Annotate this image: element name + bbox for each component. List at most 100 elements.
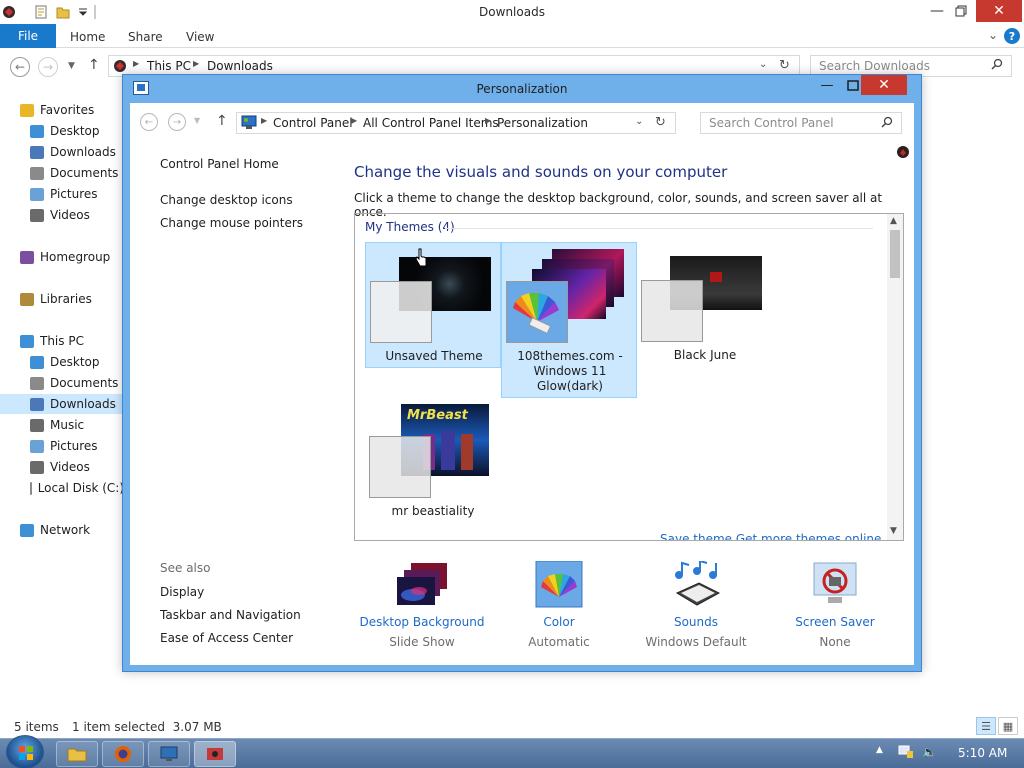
theme-links-partially-visible[interactable]: Save theme Get more themes online bbox=[660, 532, 881, 540]
scrollbar-thumb[interactable] bbox=[890, 230, 900, 278]
details-view-button[interactable]: ☰ bbox=[976, 717, 996, 735]
pz-back-button[interactable]: ← bbox=[140, 113, 158, 131]
breadcrumb-this-pc[interactable]: This PC bbox=[147, 59, 191, 73]
expand-ribbon-chevron-icon[interactable]: ⌄ bbox=[988, 28, 998, 42]
change-mouse-pointers-link[interactable]: Change mouse pointers bbox=[160, 216, 303, 230]
search-icon[interactable] bbox=[991, 58, 1003, 73]
close-button[interactable]: ✕ bbox=[976, 0, 1022, 22]
sidebar-item-videos[interactable]: Videos bbox=[0, 205, 124, 225]
explorer-titlebar: Downloads — ✕ bbox=[0, 0, 1024, 24]
pz-address-dropdown-icon[interactable]: ⌄ bbox=[635, 116, 643, 127]
tab-file[interactable]: File bbox=[0, 24, 56, 48]
forward-button[interactable]: → bbox=[38, 57, 58, 77]
recent-locations-chevron-icon[interactable]: ▼ bbox=[68, 61, 75, 71]
clock[interactable]: 5:10 AM bbox=[958, 746, 1007, 760]
tab-view[interactable]: View bbox=[186, 30, 214, 44]
large-icons-view-button[interactable]: ▦ bbox=[998, 717, 1018, 735]
tab-share[interactable]: Share bbox=[128, 30, 163, 44]
color-label[interactable]: Color bbox=[494, 615, 624, 629]
sidebar-item-music[interactable]: Music bbox=[0, 415, 124, 435]
pz-refresh-icon[interactable]: ↻ bbox=[655, 115, 666, 130]
user-avatar-icon[interactable] bbox=[896, 145, 910, 162]
back-button[interactable]: ← bbox=[10, 57, 30, 77]
theme-name: 108themes.com - Windows 11 Glow(dark) bbox=[517, 349, 623, 393]
sidebar-item-label: Desktop bbox=[50, 355, 100, 369]
pz-recent-chevron-icon[interactable]: ▼ bbox=[194, 116, 200, 125]
screen-saver-label[interactable]: Screen Saver bbox=[770, 615, 900, 629]
sounds-label[interactable]: Sounds bbox=[631, 615, 761, 629]
theme-tile-windows11-glow[interactable]: 108themes.com - Windows 11 Glow(dark) bbox=[501, 242, 637, 398]
desktop-icon bbox=[30, 355, 44, 369]
maximize-button[interactable] bbox=[946, 0, 976, 22]
pz-up-button[interactable]: ↑ bbox=[216, 113, 228, 129]
start-button[interactable] bbox=[6, 735, 44, 768]
control-panel-home-link[interactable]: Control Panel Home bbox=[160, 157, 279, 171]
theme-tile-black-june[interactable]: Black June bbox=[637, 242, 773, 368]
breadcrumb-control-panel[interactable]: Control Panel bbox=[273, 116, 353, 130]
sidebar-item-local-disk-c[interactable]: Local Disk (C:) bbox=[0, 478, 124, 498]
volume-icon[interactable]: 🔈 bbox=[922, 745, 937, 759]
pz-search-icon[interactable] bbox=[881, 116, 893, 131]
theme-color-swatch bbox=[369, 436, 431, 498]
color-fan-icon bbox=[513, 293, 559, 335]
sidebar-item-pictures[interactable]: Pictures bbox=[0, 184, 124, 204]
sidebar-item-downloads[interactable]: Downloads bbox=[0, 142, 124, 162]
item-count: 5 items bbox=[14, 720, 59, 734]
sidebar-item-desktop[interactable]: Desktop bbox=[0, 352, 124, 372]
pz-close-button[interactable]: ✕ bbox=[861, 75, 907, 95]
taskbar-file-explorer[interactable] bbox=[56, 741, 98, 767]
show-hidden-icons-chevron-icon[interactable]: ▲ bbox=[876, 745, 883, 755]
selection-info: 1 item selected 3.07 MB bbox=[72, 720, 222, 734]
theme-color-swatch bbox=[370, 281, 432, 343]
sidebar-item-this-pc[interactable]: This PC bbox=[0, 331, 124, 351]
sidebar-item-label: Videos bbox=[50, 460, 90, 474]
theme-tile-mr-beastiality[interactable]: MrBeast mr beastiality bbox=[365, 398, 501, 524]
sidebar-item-homegroup[interactable]: Homegroup bbox=[0, 247, 124, 267]
theme-color-swatch bbox=[506, 281, 568, 343]
sidebar-item-videos[interactable]: Videos bbox=[0, 457, 124, 477]
sidebar-item-label: Network bbox=[40, 523, 91, 537]
network-status-icon[interactable] bbox=[898, 745, 914, 762]
address-dropdown-chevron-icon[interactable]: ⌄ bbox=[759, 59, 767, 70]
control-panel-icon bbox=[241, 115, 257, 133]
sidebar-item-downloads[interactable]: Downloads bbox=[0, 394, 124, 414]
tab-home[interactable]: Home bbox=[70, 30, 105, 44]
up-button[interactable]: ↑ bbox=[88, 57, 100, 73]
sidebar-item-desktop[interactable]: Desktop bbox=[0, 121, 124, 141]
pz-search-input[interactable]: Search Control Panel bbox=[700, 112, 902, 134]
change-desktop-icons-link[interactable]: Change desktop icons bbox=[160, 193, 293, 207]
personalization-icon bbox=[207, 748, 223, 760]
help-icon[interactable]: ? bbox=[1004, 28, 1020, 44]
videos-icon bbox=[30, 460, 44, 474]
taskbar-and-navigation-link[interactable]: Taskbar and Navigation bbox=[160, 608, 301, 622]
sidebar-item-favorites[interactable]: Favorites bbox=[0, 100, 124, 120]
display-link[interactable]: Display bbox=[160, 585, 204, 599]
theme-name: mr beastiality bbox=[391, 504, 475, 518]
music-icon bbox=[30, 418, 44, 432]
theme-tile-unsaved[interactable]: Unsaved Theme bbox=[365, 242, 501, 368]
taskbar-control-panel[interactable] bbox=[148, 741, 190, 767]
theme-list-scrollbar[interactable]: ▲ ▼ bbox=[887, 214, 903, 540]
sidebar-item-documents[interactable]: Documents bbox=[0, 163, 124, 183]
sidebar-item-libraries[interactable]: Libraries bbox=[0, 289, 124, 309]
breadcrumb-all-items[interactable]: All Control Panel Items bbox=[363, 116, 499, 130]
taskbar-firefox[interactable] bbox=[102, 741, 144, 767]
scroll-up-icon[interactable]: ▲ bbox=[890, 216, 897, 226]
refresh-icon[interactable]: ↻ bbox=[779, 58, 790, 73]
ease-of-access-center-link[interactable]: Ease of Access Center bbox=[160, 631, 293, 645]
pz-address-bar[interactable]: ▶ Control Panel ▶ All Control Panel Item… bbox=[236, 112, 676, 134]
theme-list[interactable]: My Themes (4) Unsaved Theme 108themes.co… bbox=[354, 213, 904, 541]
desktop-background-label[interactable]: Desktop Background bbox=[357, 615, 487, 629]
pz-minimize-button[interactable]: — bbox=[813, 75, 841, 95]
breadcrumb-personalization[interactable]: Personalization bbox=[497, 116, 588, 130]
sidebar-item-documents[interactable]: Documents bbox=[0, 373, 124, 393]
sidebar-item-network[interactable]: Network bbox=[0, 520, 124, 540]
scroll-down-icon[interactable]: ▼ bbox=[890, 526, 897, 536]
breadcrumb-downloads[interactable]: Downloads bbox=[207, 59, 273, 73]
sidebar-item-label: Local Disk (C:) bbox=[37, 481, 124, 495]
pz-forward-button[interactable]: → bbox=[168, 113, 186, 131]
sidebar-item-label: Favorites bbox=[40, 103, 95, 117]
sounds-value: Windows Default bbox=[645, 635, 747, 649]
taskbar-personalization[interactable] bbox=[194, 741, 236, 767]
sidebar-item-pictures[interactable]: Pictures bbox=[0, 436, 124, 456]
